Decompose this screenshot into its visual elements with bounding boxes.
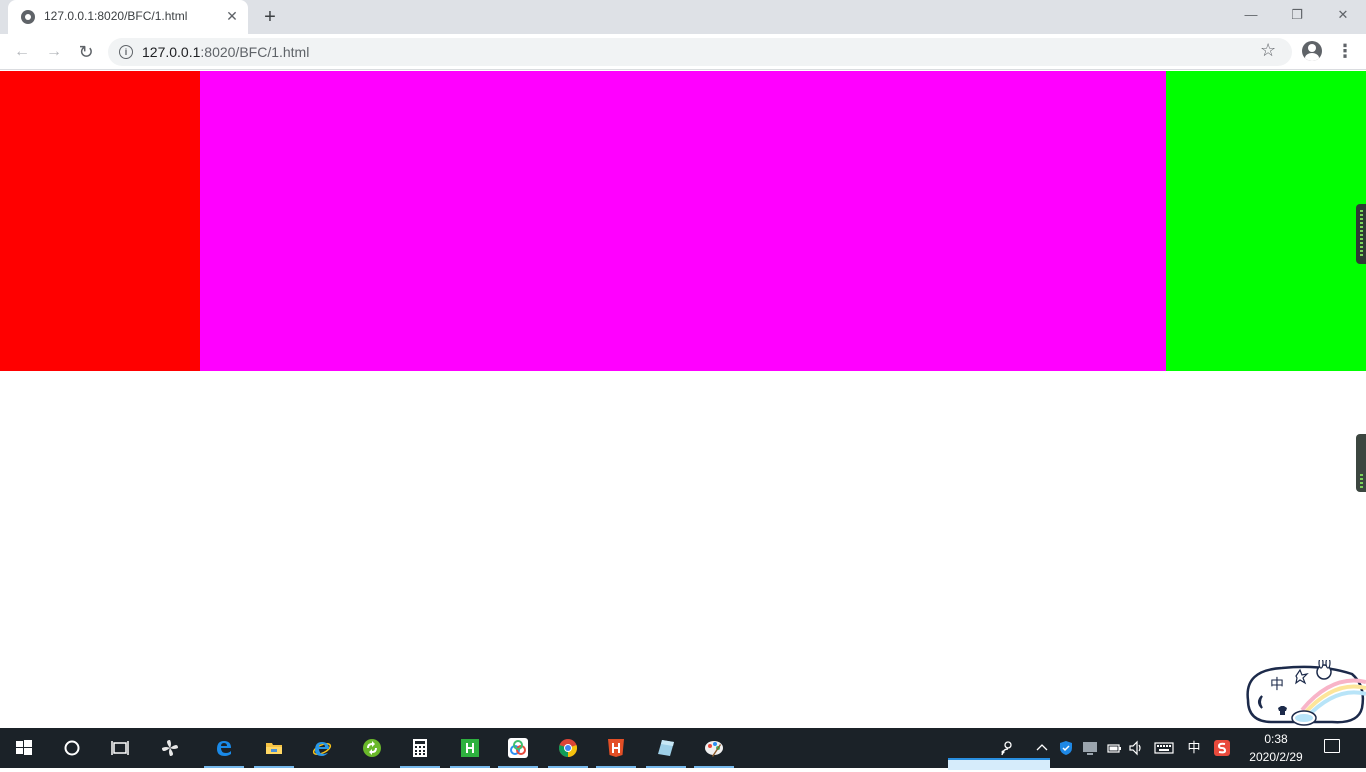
sogou-icon[interactable]: [1212, 728, 1232, 768]
system-clock[interactable]: 0:38 2020/2/29: [1238, 730, 1314, 766]
clock-date: 2020/2/29: [1249, 750, 1303, 764]
forward-button[interactable]: →: [41, 39, 67, 65]
pinwheel-icon: [162, 740, 178, 756]
tab-strip: 127.0.0.1:8020/BFC/1.html ✕ + — ❐ ✕: [0, 0, 1366, 34]
page-content: 中: [0, 70, 1366, 728]
calculator-icon: [413, 739, 427, 757]
sticker-label: 中: [1270, 677, 1284, 693]
calculator-app[interactable]: [396, 728, 444, 768]
hbuilder-app[interactable]: [446, 728, 494, 768]
search-button[interactable]: [48, 728, 96, 768]
keyboard-icon[interactable]: [1152, 728, 1176, 768]
paint-icon: [705, 741, 723, 757]
paint-app[interactable]: [690, 728, 738, 768]
browser-tab[interactable]: 127.0.0.1:8020/BFC/1.html ✕: [8, 0, 248, 34]
taskbar: 中 0:38 2020/2/29: [0, 728, 1366, 770]
volume-icon[interactable]: [1126, 728, 1146, 768]
baidu-netdisk-app[interactable]: [494, 728, 542, 768]
browser-toolbar: ← → ↻ i 127.0.0.1:8020/BFC/1.html ☆ ⋮: [0, 34, 1366, 70]
hbuilder-icon: [461, 739, 479, 757]
edge-icon: [217, 741, 231, 756]
start-button[interactable]: [0, 728, 48, 768]
url-text[interactable]: 127.0.0.1:8020/BFC/1.html: [142, 44, 309, 60]
task-view-button[interactable]: [96, 728, 144, 768]
menu-icon[interactable]: ⋮: [1336, 41, 1354, 61]
display-icon[interactable]: [1080, 728, 1100, 768]
windows-icon: [16, 740, 32, 755]
chrome-icon: [558, 739, 578, 757]
html5-icon: [608, 739, 624, 757]
ime-indicator[interactable]: 中: [1184, 728, 1204, 768]
reload-button[interactable]: ↻: [73, 39, 99, 65]
clock-time: 0:38: [1264, 732, 1288, 746]
side-widget-handle[interactable]: [1356, 204, 1366, 264]
bookmark-star-icon[interactable]: ☆: [1260, 40, 1276, 61]
profile-icon[interactable]: [1302, 41, 1322, 61]
upload-popup-edge[interactable]: [948, 758, 1050, 770]
middle-box: [200, 71, 1166, 371]
back-button[interactable]: ←: [9, 39, 35, 65]
globe-icon: [21, 10, 35, 24]
ie-icon: [312, 742, 332, 756]
file-explorer-app[interactable]: [250, 728, 298, 768]
left-box: [0, 71, 200, 371]
chrome-app[interactable]: [544, 728, 592, 768]
new-tab-button[interactable]: +: [259, 6, 281, 28]
minimize-button[interactable]: —: [1228, 0, 1274, 30]
tab-close-icon[interactable]: ✕: [224, 8, 240, 24]
cortana-icon: [64, 740, 80, 756]
restore-button[interactable]: ❐: [1274, 0, 1320, 30]
notes-app[interactable]: [642, 728, 690, 768]
scroll-widget-handle[interactable]: [1356, 434, 1366, 492]
info-icon[interactable]: i: [119, 45, 133, 59]
netdisk-icon: [508, 738, 528, 758]
notification-icon[interactable]: [1324, 739, 1340, 753]
refresh-app-icon: [363, 739, 381, 757]
task-view-icon: [111, 741, 129, 755]
battery-icon[interactable]: [1104, 728, 1124, 768]
shield-icon[interactable]: [1056, 728, 1076, 768]
folder-icon: [266, 743, 282, 754]
right-box: [1166, 71, 1366, 371]
internet-explorer-app[interactable]: [298, 728, 346, 768]
tab-title: 127.0.0.1:8020/BFC/1.html: [44, 9, 188, 23]
html5-app[interactable]: [592, 728, 640, 768]
close-window-button[interactable]: ✕: [1320, 0, 1366, 30]
notes-icon: [658, 740, 674, 756]
pinwheel-app[interactable]: [146, 728, 194, 768]
green-refresh-app[interactable]: [348, 728, 396, 768]
ime-sticker[interactable]: 中: [1242, 660, 1366, 728]
edge-app[interactable]: [200, 728, 248, 768]
address-bar[interactable]: i 127.0.0.1:8020/BFC/1.html ☆: [108, 38, 1292, 66]
